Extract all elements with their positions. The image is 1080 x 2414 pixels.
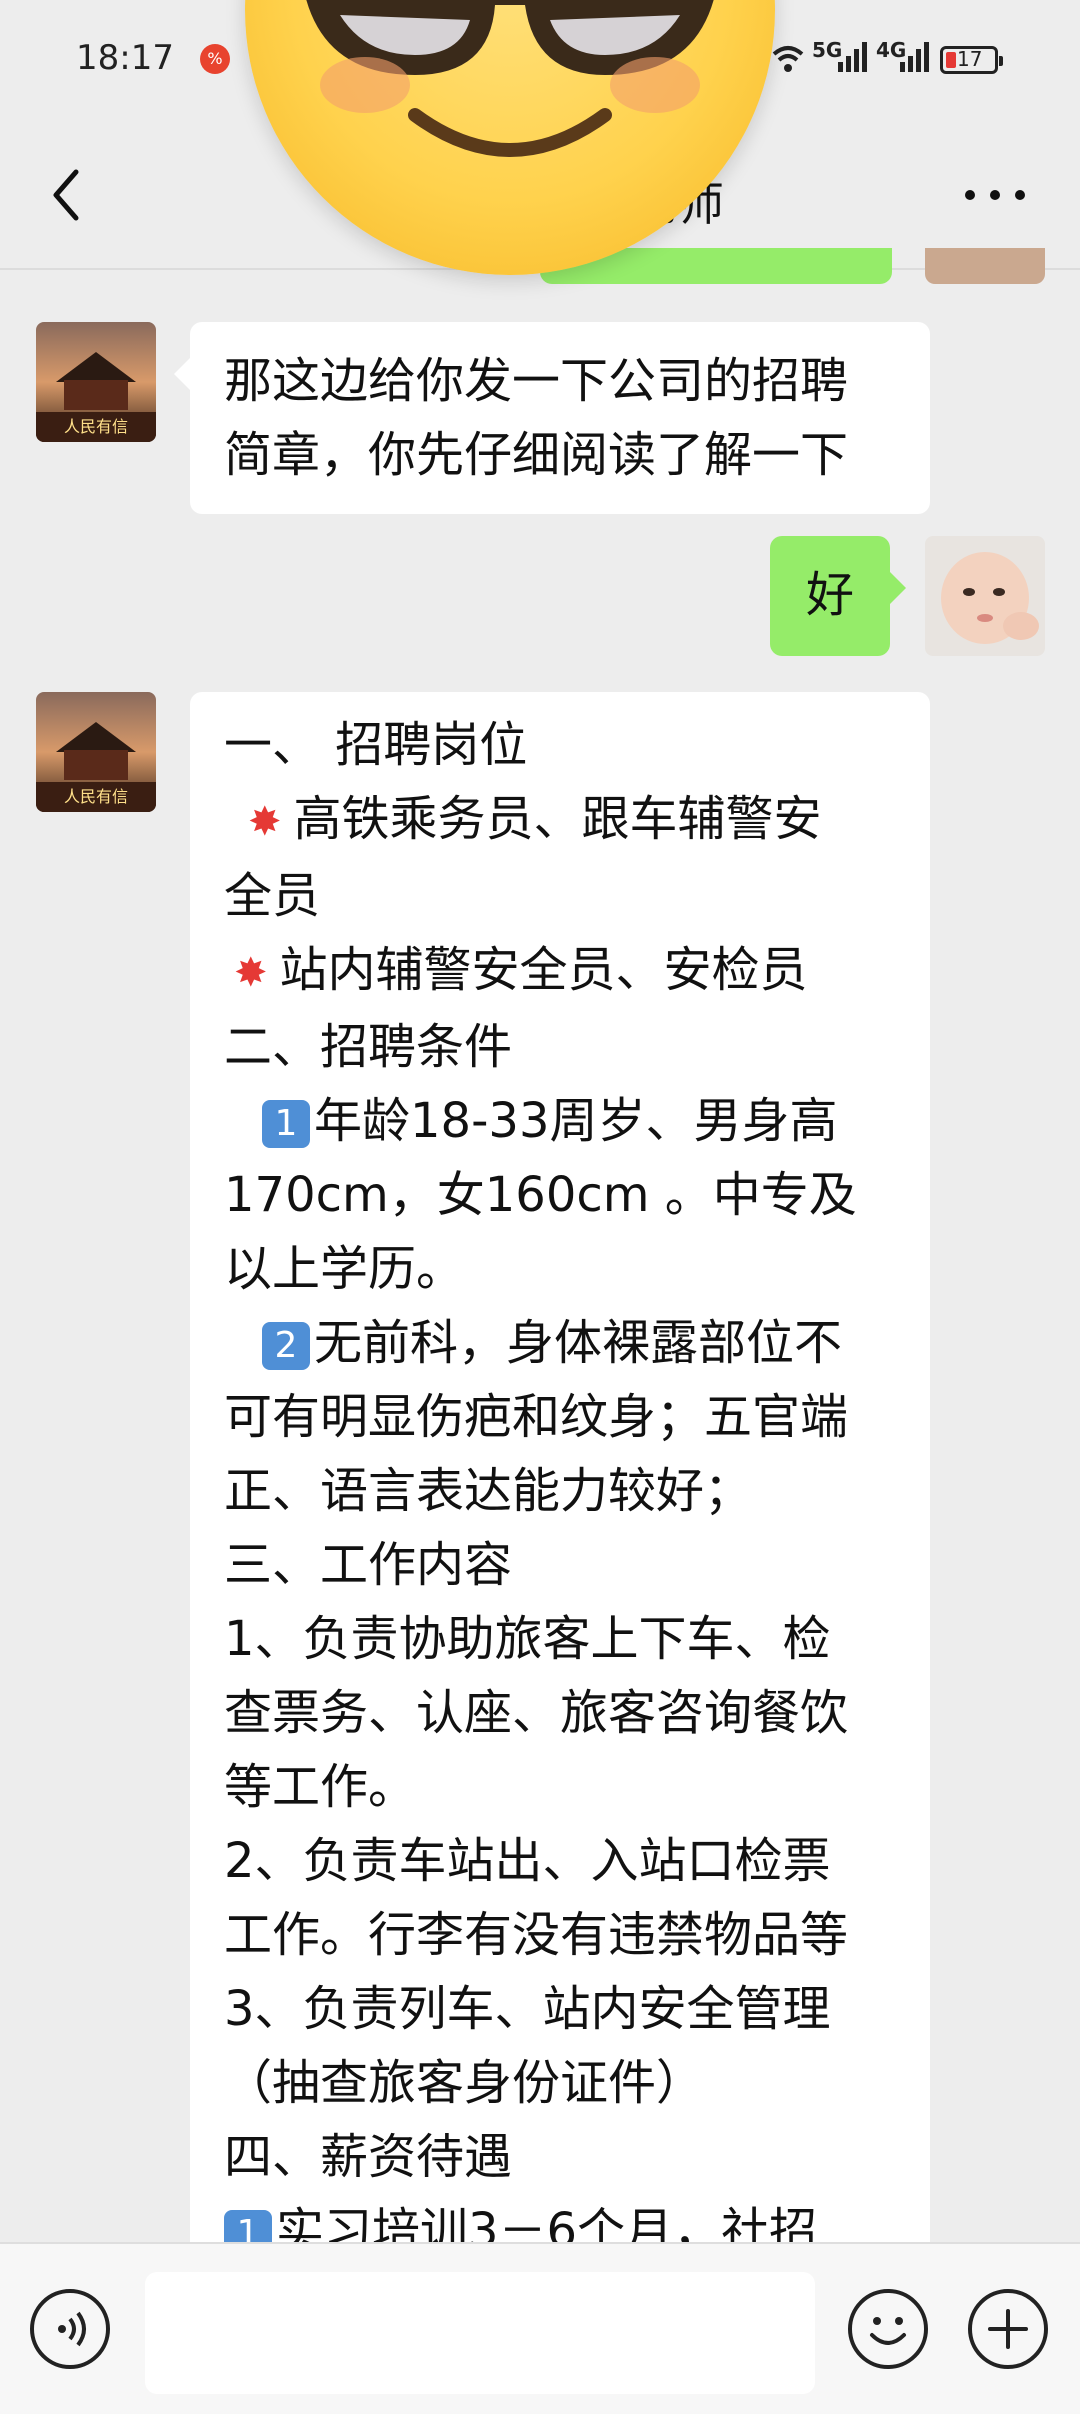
message-text: 正、语言表达能力较好； (224, 1463, 753, 1519)
message-text: 等工作。 (224, 1759, 417, 1815)
message-text: 1、负责协助旅客上下车、检 (224, 1611, 831, 1667)
message-bubble[interactable]: 那这边给你发一下公司的招聘 简章，你先仔细阅读了解一下 (174, 322, 930, 514)
message-line: ✸ 站内辅警安全员、安检员 (224, 933, 896, 1010)
message-text: 站内辅警安全员、安检员 (279, 942, 808, 998)
baby-photo-icon (925, 536, 1045, 656)
message-input[interactable] (145, 2272, 815, 2394)
message-text: 170cm，女160cm 。中专及 (224, 1167, 857, 1223)
signal-bars-icon (838, 42, 867, 72)
explosion-icon: ✸ (234, 950, 268, 996)
explosion-icon: ✸ (248, 799, 282, 845)
avatar-caption: 人民有信 (64, 787, 128, 806)
message-text: 简章，你先仔细阅读了解一下 (224, 427, 849, 483)
message-text: 3、负责列车、站内安全管理 (224, 1981, 831, 2037)
contact-avatar[interactable]: 人民有信 (36, 322, 156, 442)
emoji-button[interactable] (848, 2289, 928, 2369)
message-text: 全员 (224, 868, 321, 924)
user-avatar[interactable] (925, 536, 1045, 656)
voice-input-button[interactable] (30, 2289, 110, 2369)
message-text: 三、工作内容 (224, 1537, 513, 1593)
sunglasses-face-icon (306, 0, 714, 157)
message-text: 工作。行李有没有违禁物品等 (224, 1907, 849, 1963)
building-photo-icon: 人民有信 (36, 322, 156, 442)
message-line: 2 无前科，身体裸露部位不 (224, 1306, 896, 1380)
message-text: 好 (805, 567, 854, 623)
avatar-caption: 人民有信 (64, 417, 128, 436)
contact-avatar[interactable]: 人民有信 (36, 692, 156, 812)
user-avatar[interactable] (925, 248, 1045, 284)
emoji-icon (870, 2317, 906, 2345)
message-text: 四、薪资待遇 (224, 2129, 513, 2185)
message-line: 1 年龄18-33周岁、男身高 (224, 1084, 896, 1158)
message-text: 以上学历。 (224, 1241, 465, 1297)
message-bubble-self[interactable]: 好 (770, 536, 906, 656)
message-text: 一、 招聘岗位 (224, 717, 528, 773)
more-actions-button[interactable] (968, 2289, 1048, 2369)
status-time: 18:17 (76, 38, 174, 78)
smiling-face-sticker[interactable] (245, 0, 775, 275)
message-text: （抽查旅客身份证件） (224, 2055, 705, 2111)
keycap-two-icon: 2 (262, 1322, 310, 1370)
building-photo-icon: 人民有信 (36, 692, 156, 812)
battery-level: 17 (957, 47, 983, 71)
battery-icon: 17 (940, 46, 1003, 74)
message-text: 查票务、认座、旅客咨询餐饮 (224, 1685, 849, 1741)
signal-bars-icon (900, 42, 929, 72)
message-text: 那这边给你发一下公司的招聘 (224, 353, 849, 409)
input-bar (0, 2242, 1080, 2414)
message-text: 无前科，身体裸露部位不 (314, 1315, 843, 1371)
wifi-icon (772, 46, 804, 72)
message-text: 二、招聘条件 (224, 1019, 513, 1075)
message-text: 2、负责车站出、入站口检票 (224, 1833, 831, 1889)
keycap-one-icon: 1 (262, 1100, 310, 1148)
more-options-icon[interactable] (960, 180, 1030, 210)
plus-icon (988, 2309, 1028, 2349)
voice-icon (58, 2311, 86, 2347)
notification-icon: % (200, 44, 230, 74)
message-line: ✸ 高铁乘务员、跟车辅警安 (224, 782, 896, 859)
message-text: 年龄18-33周岁、男身高 (314, 1093, 838, 1149)
message-text: 可有明显伤疤和纹身；五官端 (224, 1389, 849, 1445)
message-bubble[interactable]: 一、 招聘岗位 ✸ 高铁乘务员、跟车辅警安 全员 ✸ 站内辅警安全员、安检员 二、招… (190, 692, 930, 2252)
message-text: 高铁乘务员、跟车辅警安 (293, 791, 822, 847)
